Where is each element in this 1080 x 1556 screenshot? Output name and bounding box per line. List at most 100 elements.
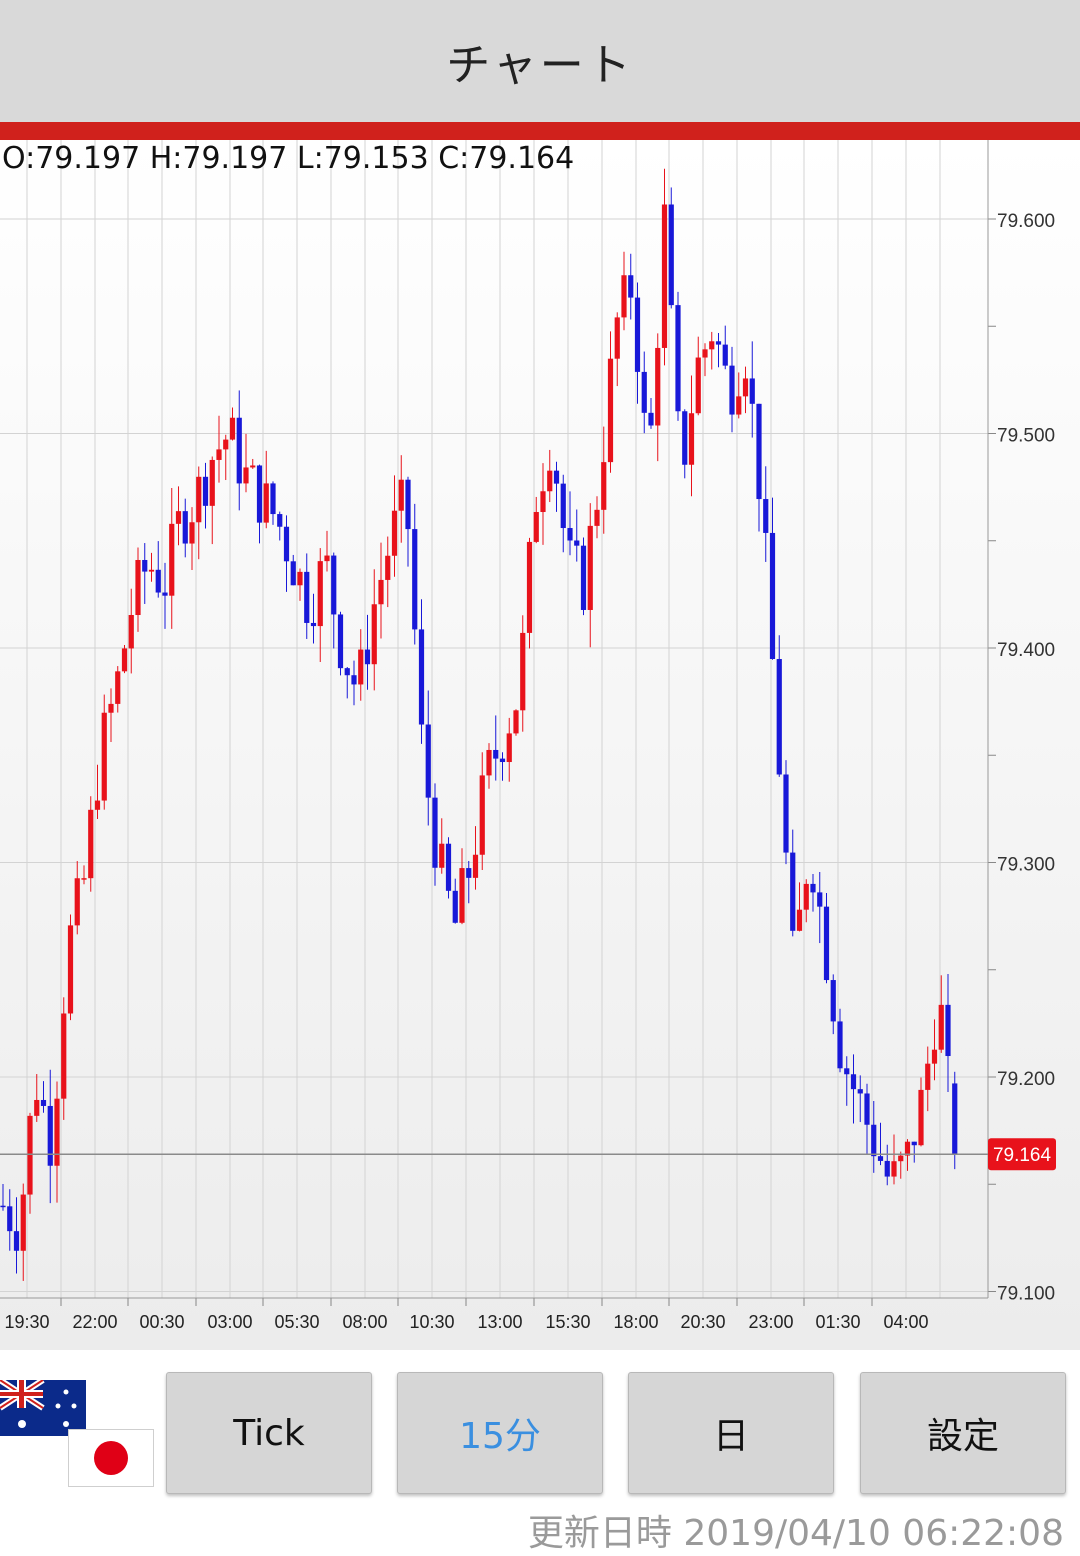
candle-body — [729, 365, 735, 415]
candle-body — [938, 1004, 944, 1050]
candle-body — [601, 462, 607, 510]
candle-body — [661, 204, 668, 348]
candle-body — [13, 1231, 20, 1251]
candle-body — [931, 1049, 938, 1064]
candle-body — [688, 413, 695, 465]
candle-body — [540, 491, 546, 513]
candle-body — [189, 522, 195, 544]
x-tick-label: 08:00 — [342, 1312, 387, 1332]
candle-body — [945, 1004, 951, 1057]
candle-body — [425, 724, 431, 798]
candle-body — [445, 843, 452, 891]
candle-body — [648, 412, 654, 426]
candle-body — [371, 604, 377, 665]
candle-body — [310, 622, 317, 627]
candle-body — [391, 510, 398, 556]
candle-body — [54, 1098, 60, 1166]
candle-body — [263, 483, 269, 523]
candle-body — [891, 1161, 897, 1177]
x-tick-label: 05:30 — [274, 1312, 319, 1332]
x-tick-label: 20:30 — [680, 1312, 725, 1332]
candle-body — [641, 371, 647, 413]
candle-body — [520, 632, 526, 711]
candle-body — [277, 514, 283, 527]
candle-body — [182, 511, 188, 544]
candle-body — [655, 347, 661, 426]
candle-body — [952, 1083, 958, 1155]
candle-body — [229, 417, 236, 440]
x-tick-label: 00:30 — [139, 1312, 184, 1332]
candle-body — [715, 341, 722, 345]
15min-button[interactable]: 15分 — [397, 1372, 603, 1494]
candle-body — [817, 892, 823, 907]
candle-body — [553, 470, 560, 484]
settings-button[interactable]: 設定 — [860, 1372, 1066, 1494]
candle-body — [493, 749, 499, 759]
candle-body — [742, 378, 749, 397]
updated-timestamp: 更新日時 2019/04/10 06:22:08 — [527, 1513, 1064, 1554]
candle-body — [81, 878, 87, 880]
candle-body — [364, 649, 371, 665]
candle-body — [668, 204, 674, 306]
candle-body — [533, 512, 539, 542]
candle-body — [331, 555, 337, 615]
candle-body — [898, 1155, 904, 1162]
candle-body — [871, 1124, 877, 1157]
tick-button-label: Tick — [233, 1412, 305, 1454]
candle-body — [614, 317, 620, 359]
candle-body — [506, 733, 512, 763]
candle-body — [621, 275, 627, 318]
current-price-label: 79.164 — [993, 1145, 1052, 1166]
candle-body — [344, 668, 350, 676]
x-tick-label: 18:00 — [613, 1312, 658, 1332]
candle-body — [223, 439, 229, 450]
day-button-label: 日 — [712, 1416, 749, 1457]
candle-body — [7, 1206, 13, 1232]
japan-flag-icon[interactable] — [68, 1429, 154, 1487]
x-tick-label: 03:00 — [207, 1312, 252, 1332]
candle-body — [823, 906, 830, 981]
candle-body — [486, 749, 492, 776]
candle-body — [148, 569, 155, 572]
candle-body — [925, 1063, 931, 1090]
candle-body — [634, 297, 641, 372]
candle-body — [47, 1105, 53, 1166]
x-tick-label: 15:30 — [545, 1312, 590, 1332]
candle-body — [803, 883, 809, 910]
candle-body — [459, 868, 465, 923]
candle-body — [432, 797, 438, 868]
candle-body — [297, 571, 303, 586]
candle-body — [857, 1089, 863, 1094]
candle-body — [270, 483, 276, 515]
candle-body — [378, 579, 384, 605]
candle-body — [351, 675, 357, 685]
candle-body — [452, 890, 458, 923]
candle-body — [911, 1141, 917, 1146]
candle-body — [142, 559, 148, 572]
candle-body — [560, 483, 566, 529]
candle-body — [594, 509, 600, 526]
candle-body — [499, 758, 506, 763]
candle-body — [682, 411, 688, 465]
accent-bar — [0, 122, 1080, 140]
15min-button-label: 15分 — [459, 1416, 541, 1457]
candle-body — [756, 403, 762, 500]
day-button[interactable]: 日 — [628, 1372, 834, 1494]
candle-body — [587, 525, 593, 610]
tick-button[interactable]: Tick — [166, 1372, 372, 1494]
candle-body — [74, 878, 80, 926]
x-tick-label: 13:00 — [477, 1312, 522, 1332]
candle-body — [34, 1099, 40, 1116]
candle-body — [317, 561, 323, 627]
candle-body — [844, 1068, 850, 1075]
candle-body — [128, 615, 134, 649]
australia-flag-icon[interactable] — [0, 1380, 86, 1436]
candle-body — [412, 529, 418, 630]
candle-body — [121, 648, 128, 672]
y-tick-label: 79.300 — [997, 855, 1055, 876]
candle-body — [135, 559, 141, 616]
candle-body — [115, 671, 121, 704]
candle-body — [101, 712, 107, 801]
chart-canvas[interactable]: 79.600 79.500 79.400 79.300 79.200 79.100 19:3… — [0, 140, 1080, 1350]
candlestick-chart[interactable]: 79.600 79.500 79.400 79.300 79.200 79.100 19:3… — [0, 140, 1080, 1350]
